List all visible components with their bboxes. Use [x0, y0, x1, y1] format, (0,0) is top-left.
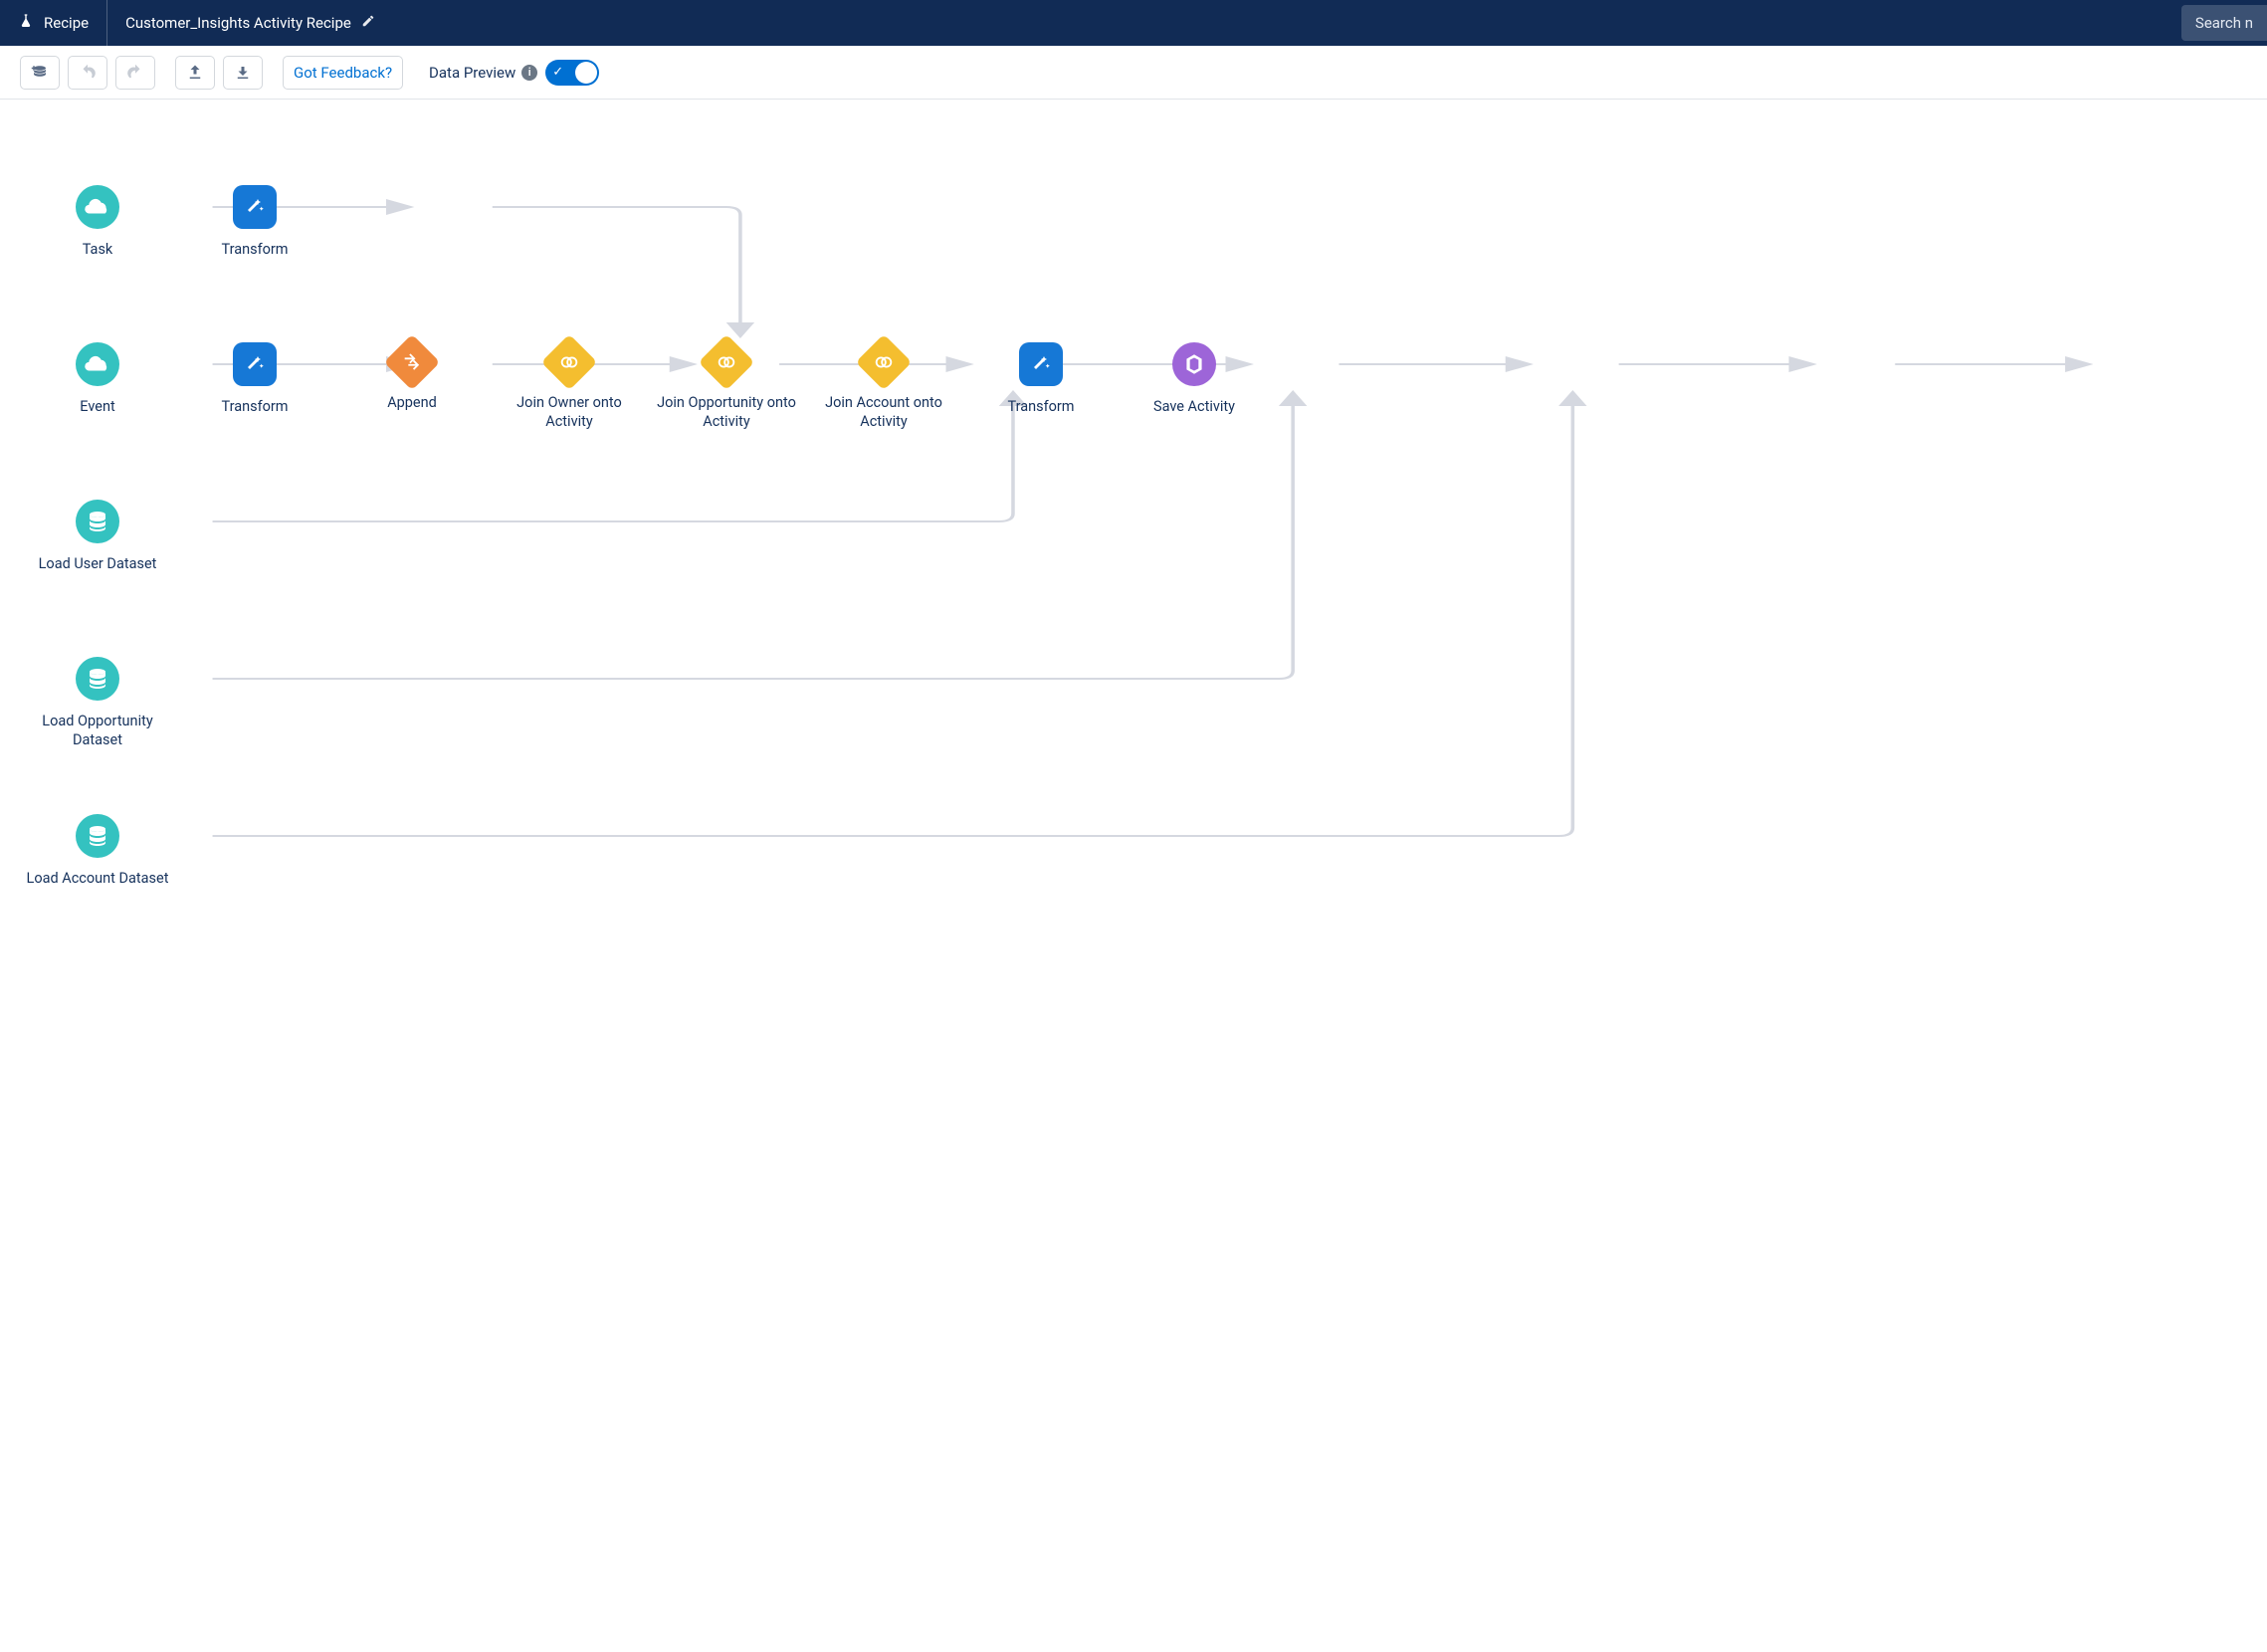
edges-layer [0, 100, 2267, 975]
search-input[interactable]: Search n [2181, 5, 2267, 41]
data-preview-toggle[interactable]: ✓ [545, 60, 599, 86]
node-join-account[interactable]: Join Account onto Activity [804, 342, 963, 432]
add-data-button[interactable] [20, 56, 60, 90]
recipe-type-label: Recipe [44, 14, 89, 32]
wand-icon [233, 342, 277, 386]
flask-icon [18, 13, 34, 33]
undo-button[interactable] [68, 56, 107, 90]
recipe-title-section: Customer_Insights Activity Recipe [107, 0, 393, 46]
recipe-type: Recipe [0, 0, 107, 46]
toolbar: Got Feedback? Data Preview i ✓ [0, 46, 2267, 100]
download-button[interactable] [223, 56, 263, 90]
redo-button[interactable] [115, 56, 155, 90]
wand-icon [233, 185, 277, 229]
app-header: Recipe Customer_Insights Activity Recipe… [0, 0, 2267, 46]
recipe-title: Customer_Insights Activity Recipe [125, 14, 351, 32]
node-transform-event[interactable]: Transform [175, 342, 334, 417]
node-load-account[interactable]: Load Account Dataset [18, 814, 177, 889]
join-icon [541, 334, 598, 391]
node-save-activity[interactable]: Save Activity [1115, 342, 1274, 417]
node-load-user[interactable]: Load User Dataset [18, 500, 177, 574]
database-icon [76, 814, 119, 858]
node-task[interactable]: Task [18, 185, 177, 260]
edit-icon[interactable] [361, 14, 375, 32]
data-preview-label: Data Preview i [429, 64, 537, 82]
node-join-owner[interactable]: Join Owner onto Activity [490, 342, 649, 432]
search-placeholder: Search n [2195, 14, 2253, 32]
recipe-canvas[interactable]: Task Transform Event Transform Append Jo… [0, 100, 2267, 975]
node-join-opportunity[interactable]: Join Opportunity onto Activity [647, 342, 806, 432]
node-transform-final[interactable]: Transform [961, 342, 1121, 417]
upload-button[interactable] [175, 56, 215, 90]
hexagon-icon [1172, 342, 1216, 386]
database-icon [76, 657, 119, 701]
database-icon [76, 500, 119, 543]
node-append[interactable]: Append [332, 342, 492, 413]
node-transform-task[interactable]: Transform [175, 185, 334, 260]
check-icon: ✓ [552, 65, 563, 80]
info-icon[interactable]: i [521, 65, 537, 81]
append-icon [384, 334, 441, 391]
join-icon [856, 334, 913, 391]
node-event[interactable]: Event [18, 342, 177, 417]
cloud-icon [76, 342, 119, 386]
wand-icon [1019, 342, 1063, 386]
node-load-opportunity[interactable]: Load Opportunity Dataset [18, 657, 177, 750]
join-icon [699, 334, 755, 391]
feedback-button[interactable]: Got Feedback? [283, 56, 403, 90]
cloud-icon [76, 185, 119, 229]
